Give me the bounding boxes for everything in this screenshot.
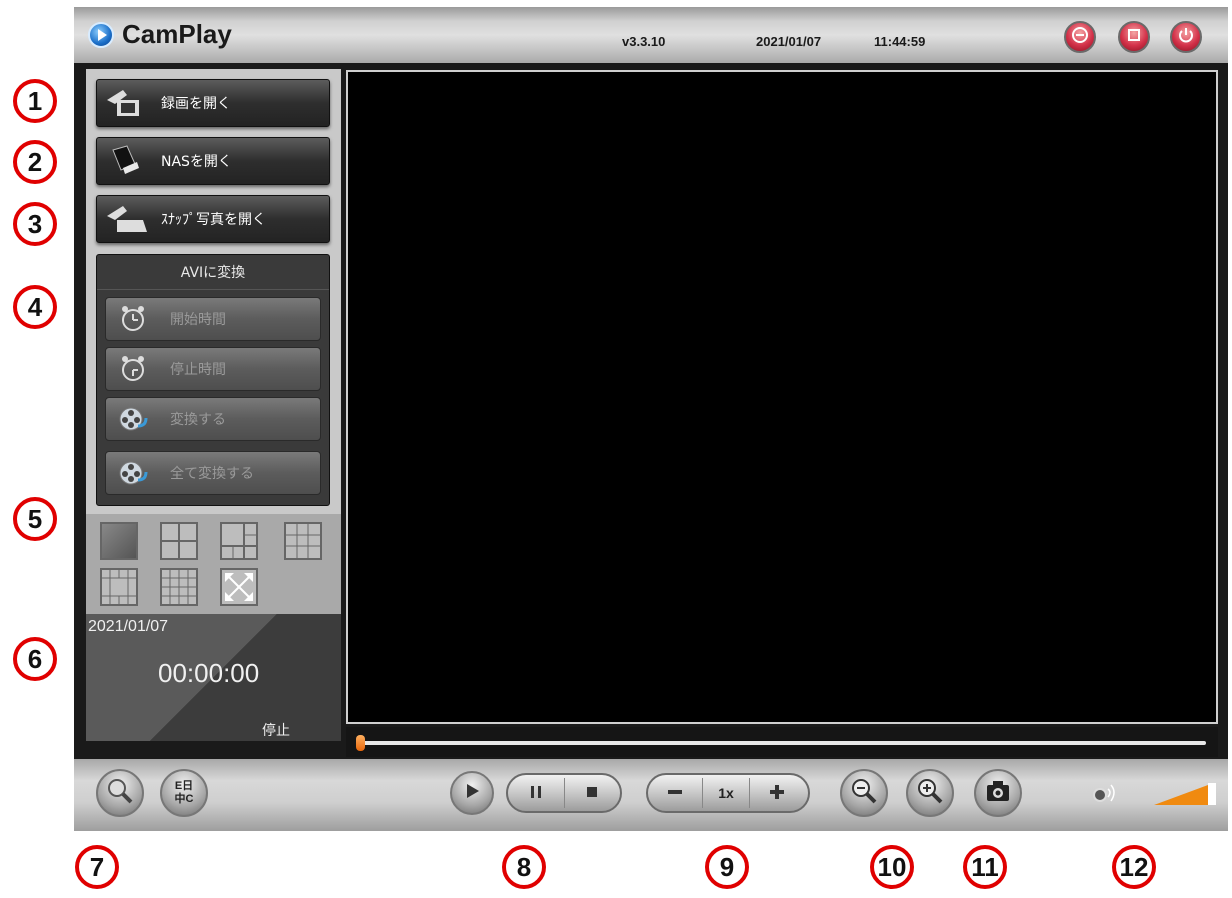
- callout-6: 6: [13, 637, 57, 681]
- speed-up-button[interactable]: [750, 778, 804, 808]
- callout-8: 8: [502, 845, 546, 889]
- playback-status-panel: 2021/01/07 00:00:00 停止: [86, 614, 341, 741]
- minimize-button[interactable]: [1064, 21, 1096, 53]
- video-display[interactable]: [346, 70, 1218, 724]
- clapperboard-icon: [103, 86, 153, 120]
- progress-thumb[interactable]: [356, 735, 365, 751]
- layout-13-grid-icon: [102, 570, 136, 604]
- callout-10: 10: [870, 845, 914, 889]
- pause-icon: [529, 785, 543, 802]
- header-time: 11:44:59: [874, 34, 926, 49]
- close-button[interactable]: [1170, 21, 1202, 53]
- start-time-button[interactable]: 開始時間: [105, 297, 321, 341]
- speed-value: 1x: [702, 778, 750, 808]
- film-reel-icon: [118, 404, 148, 434]
- callout-2: 2: [13, 140, 57, 184]
- stop-icon: [585, 785, 599, 802]
- nas-drive-icon: [103, 144, 153, 178]
- play-icon: [463, 782, 481, 804]
- status-time: 00:00:00: [158, 658, 260, 688]
- start-time-label: 開始時間: [170, 312, 226, 328]
- version-label: v3.3.10: [622, 34, 666, 49]
- layout-1-split-button[interactable]: [100, 522, 138, 560]
- restore-icon: [1125, 26, 1143, 48]
- restore-button[interactable]: [1118, 21, 1150, 53]
- layout-4-grid-icon: [162, 524, 196, 558]
- fullscreen-button[interactable]: [220, 568, 258, 606]
- convert-button[interactable]: 変換する: [105, 397, 321, 441]
- volume-slider[interactable]: [1154, 781, 1216, 805]
- snapshot-button[interactable]: [974, 769, 1022, 817]
- convert-label: 変換する: [170, 412, 226, 428]
- alarm-clock-icon: [118, 304, 148, 334]
- status-date: 2021/01/07: [88, 618, 169, 635]
- play-button[interactable]: [450, 771, 494, 815]
- stop-time-button[interactable]: 停止時間: [105, 347, 321, 391]
- search-icon: [105, 776, 135, 810]
- callout-4: 4: [13, 285, 57, 329]
- stop-time-label: 停止時間: [170, 362, 226, 378]
- zoom-out-icon: [849, 776, 879, 810]
- layout-4-split-button[interactable]: [160, 522, 198, 560]
- avi-panel-title: AVIに変換: [97, 255, 329, 290]
- search-button[interactable]: [96, 769, 144, 817]
- convert-all-label: 全て変換する: [170, 466, 254, 482]
- bottom-toolbar: E日 中C 1x: [74, 759, 1228, 831]
- zoom-in-button[interactable]: [906, 769, 954, 817]
- avi-convert-panel: AVIに変換 開始時間 停止時間 変換する 全て変換する: [96, 254, 330, 506]
- open-recording-button[interactable]: 録画を開く: [96, 79, 330, 127]
- callout-1: 1: [13, 79, 57, 123]
- convert-all-button[interactable]: 全て変換する: [105, 451, 321, 495]
- minus-icon: [666, 783, 684, 804]
- screen-layout-panel: [86, 514, 341, 614]
- speed-control: 1x: [646, 773, 810, 813]
- speed-down-button[interactable]: [648, 778, 702, 808]
- app-title: CamPlay: [122, 19, 232, 49]
- camera-icon: [985, 779, 1011, 807]
- open-recording-label: 録画を開く: [161, 96, 231, 112]
- zoom-in-icon: [915, 776, 945, 810]
- title-bar: CamPlay v3.3.10 2021/01/07 11:44:59: [74, 7, 1228, 63]
- fullscreen-arrows-icon: [225, 573, 253, 601]
- callout-3: 3: [13, 202, 57, 246]
- language-top-label: E日: [174, 780, 194, 792]
- layout-9-split-button[interactable]: [284, 522, 322, 560]
- pause-stop-group: [506, 773, 622, 813]
- status-state: 停止: [262, 723, 290, 739]
- callout-5: 5: [13, 497, 57, 541]
- progress-track[interactable]: [358, 741, 1206, 745]
- open-snapshot-label: ｽﾅｯﾌﾟ写真を開く: [161, 212, 266, 228]
- playback-progress-area: [346, 727, 1218, 757]
- layout-6-grid-icon: [222, 524, 256, 558]
- sidebar: 録画を開く NASを開く ｽﾅｯﾌﾟ写真を開く AVIに変換 開始時間 停止時間…: [86, 69, 341, 741]
- pause-button[interactable]: [508, 778, 564, 808]
- camplay-logo-icon: [88, 22, 114, 48]
- plus-icon: [768, 783, 786, 804]
- open-snapshot-button[interactable]: ｽﾅｯﾌﾟ写真を開く: [96, 195, 330, 243]
- layout-9-grid-icon: [286, 524, 320, 558]
- layout-13-split-button[interactable]: [100, 568, 138, 606]
- callout-11: 11: [963, 845, 1007, 889]
- camplay-window: CamPlay v3.3.10 2021/01/07 11:44:59 録画を開…: [74, 7, 1228, 831]
- speaker-icon[interactable]: [1090, 779, 1124, 809]
- snapshot-folder-icon: [103, 202, 153, 236]
- layout-16-split-button[interactable]: [160, 568, 198, 606]
- open-nas-label: NASを開く: [161, 154, 232, 170]
- minimize-icon: [1071, 26, 1089, 48]
- film-reel-icon: [118, 458, 148, 488]
- open-nas-button[interactable]: NASを開く: [96, 137, 330, 185]
- alarm-clock-icon: [118, 354, 148, 384]
- language-bottom-label: 中C: [174, 793, 194, 805]
- callout-7: 7: [75, 845, 119, 889]
- header-date: 2021/01/07: [756, 34, 822, 49]
- callout-9: 9: [705, 845, 749, 889]
- language-button[interactable]: E日 中C: [160, 769, 208, 817]
- stop-button[interactable]: [563, 778, 621, 808]
- callout-12: 12: [1112, 845, 1156, 889]
- layout-6-split-button[interactable]: [220, 522, 258, 560]
- power-icon: [1177, 26, 1195, 48]
- zoom-out-button[interactable]: [840, 769, 888, 817]
- layout-16-grid-icon: [162, 570, 196, 604]
